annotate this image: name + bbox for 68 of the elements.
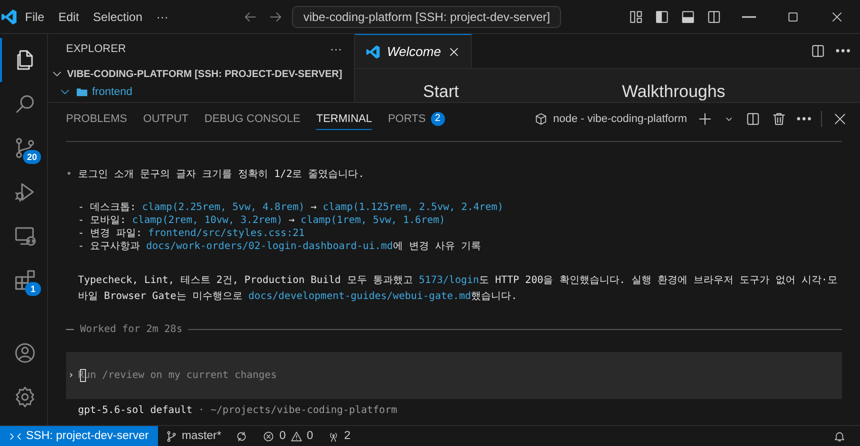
sidebar-toggle-icon xyxy=(654,8,670,24)
sidebar-title: EXPLORER xyxy=(66,43,126,55)
count-indicator: 2 xyxy=(430,112,445,126)
file-link[interactable]: frontend/src/styles.css:21 xyxy=(148,228,305,239)
warning-icon xyxy=(290,430,303,442)
app-logo-icon xyxy=(365,44,381,60)
file-link[interactable]: docs/development-guides/webui-gate.md xyxy=(248,291,472,302)
more-icon xyxy=(797,117,811,121)
plus-icon xyxy=(697,111,713,127)
activity-button[interactable]: 1 xyxy=(0,258,47,302)
terminal-line: - 변경 파일: frontend/src/styles.css:21 xyxy=(78,227,306,240)
prompt-symbol: › xyxy=(68,369,74,382)
menu-item[interactable]: ··· xyxy=(149,6,176,26)
cube-icon xyxy=(534,112,548,126)
panel-toggle-icon xyxy=(680,8,696,24)
panel-tab[interactable]: PROBLEMS xyxy=(66,108,128,130)
panel-tab[interactable]: TERMINAL xyxy=(316,108,372,130)
elapsed-time: Worked for 2m 28s xyxy=(80,323,182,336)
terminal-paragraph: Typecheck, Lint, 테스트 2건, Production Build 모두 통과했고 5173/login도 HTTP 200을 확인했습니다. 실행 환경에 브라우저 도구가 없어 시각·모바일 Browser Gate는 미수행으로 docs/development-guides/webui-gate.md했습니다. xyxy=(77,274,838,304)
count-indicator: 20 xyxy=(22,150,41,164)
list-bullet: • xyxy=(66,168,72,181)
minimize-icon xyxy=(742,16,756,18)
account-icon xyxy=(12,341,36,365)
layout-icon xyxy=(628,8,644,24)
editor-tab[interactable]: Welcome xyxy=(355,34,472,68)
activity-button[interactable]: 20 xyxy=(0,126,47,170)
bell-icon xyxy=(833,430,846,442)
problems-button[interactable]: 0 0 xyxy=(255,426,320,446)
file-link[interactable]: 5173/login xyxy=(418,275,480,286)
menu-item[interactable]: Edit xyxy=(51,6,86,26)
session-info: gpt-5.6-sol default · ~/projects/vibe-coding-platform xyxy=(77,404,398,417)
ports-button[interactable]: 2 xyxy=(320,426,358,446)
more-actions-button[interactable]: ··· xyxy=(330,42,342,56)
trash-icon xyxy=(771,111,787,127)
folder-tree-item[interactable]: VIBE-CODING-PLATFORM [SSH: PROJECT-DEV-SERVER] xyxy=(48,64,354,84)
maximize-icon xyxy=(786,10,800,24)
split-view-icon xyxy=(706,8,722,24)
terminal-selector[interactable]: node - vibe-coding-platform xyxy=(534,112,687,126)
file-link[interactable]: docs/work-orders/02-login-dashboard-ui.md xyxy=(146,241,393,252)
close-icon xyxy=(832,111,848,127)
close-icon xyxy=(830,10,844,24)
terminal-line: 로그인 소개 문구의 글자 크기를 정확히 1/2로 줄였습니다. xyxy=(78,168,364,181)
file-link[interactable]: clamp(1rem, 5vw, 1.6rem) xyxy=(300,215,446,226)
branch-button[interactable]: master* xyxy=(158,426,228,446)
terminal-line: - 모바일: clamp(2rem, 10vw, 3.2rem) → clamp(1rem, 5vw, 1.6rem) xyxy=(78,214,446,227)
more-icon xyxy=(836,49,850,53)
panel-tab[interactable]: OUTPUT xyxy=(143,108,188,130)
error-icon xyxy=(262,430,276,442)
file-link[interactable]: clamp(1.125rem, 2.5vw, 2.4rem) xyxy=(322,202,504,213)
menu-item[interactable]: Selection xyxy=(86,6,150,26)
file-link[interactable]: clamp(2rem, 10vw, 3.2rem) xyxy=(132,215,283,226)
panel-tab[interactable]: PORTS 2 xyxy=(388,108,445,130)
section-heading: Start xyxy=(423,82,460,102)
branch-icon xyxy=(164,430,178,442)
terminal-line: - 요구사항과 docs/work-orders/02-login-dashboard-ui.md에 변경 사유 기록 xyxy=(78,240,482,253)
terminal-line: - 데스크톱: clamp(2.25rem, 5vw, 4.8rem) → clamp(1.125rem, 2.5vw, 2.4rem) xyxy=(78,201,504,214)
split-editor-icon xyxy=(810,43,826,59)
menu-item[interactable]: File xyxy=(18,6,52,26)
folder-tree-item[interactable]: frontend xyxy=(48,84,354,100)
panel-tab[interactable]: DEBUG CONSOLE xyxy=(204,108,300,130)
split-terminal-icon xyxy=(745,111,761,127)
command-center[interactable]: vibe-coding-platform [SSH: project-dev-server] xyxy=(292,6,562,28)
file-link[interactable]: clamp(2.25rem, 5vw, 4.8rem) xyxy=(142,202,305,213)
sync-icon xyxy=(235,430,248,442)
section-heading: Walkthroughs xyxy=(622,82,726,102)
remote-button[interactable]: SSH: project-dev-server xyxy=(0,426,158,446)
blocks-icon xyxy=(12,268,36,292)
count-indicator: 1 xyxy=(25,282,41,296)
